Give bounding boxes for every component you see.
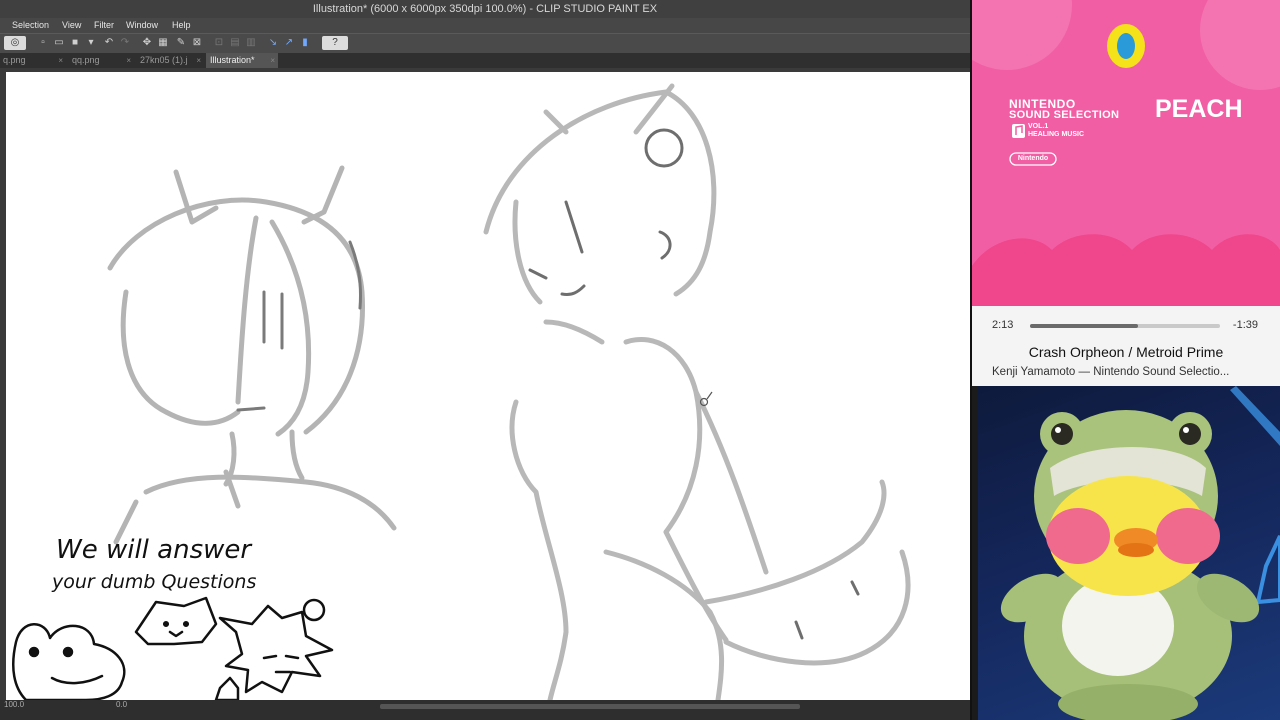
- close-icon[interactable]: ×: [126, 53, 131, 68]
- transform-icon[interactable]: ✎: [174, 36, 188, 50]
- album-artwork: [972, 24, 1280, 306]
- tab-27kn05[interactable]: 27kn05 (1).j ×: [136, 53, 204, 68]
- menu-help[interactable]: Help: [172, 18, 191, 33]
- horizontal-scrollbar[interactable]: [380, 704, 800, 709]
- canvas-area: We will answer your dumb Questions: [0, 68, 970, 700]
- album-vol-line1: VOL.1: [1028, 123, 1049, 130]
- redo-icon[interactable]: ↷: [118, 36, 132, 50]
- fill-icon[interactable]: ▦: [156, 36, 170, 50]
- handwriting-line-2: your dumb Questions: [51, 571, 256, 593]
- tab-label: qq.png: [72, 55, 100, 65]
- window-title: Illustration* (6000 x 6000px 350dpi 100.…: [0, 0, 970, 19]
- grid-icon[interactable]: ▤: [228, 36, 242, 50]
- plush-duck-frog-hat: [1000, 386, 1280, 720]
- menu-window[interactable]: Window: [126, 18, 158, 33]
- snap-ruler-icon[interactable]: ↘: [266, 36, 280, 50]
- clear-icon[interactable]: ✥: [140, 36, 154, 50]
- menu-filter[interactable]: Filter: [94, 18, 114, 33]
- remaining-time: -1:39: [1232, 319, 1258, 331]
- close-icon[interactable]: ×: [196, 53, 201, 68]
- snap-grid-icon[interactable]: ▮: [298, 36, 312, 50]
- album-clouds: [972, 234, 1280, 306]
- doodle-characters: [12, 596, 334, 700]
- open-file-icon[interactable]: ▭: [52, 36, 66, 50]
- save-icon[interactable]: ■: [68, 36, 82, 50]
- elapsed-time: 2:13: [992, 319, 1014, 331]
- progress-bar[interactable]: [1030, 324, 1220, 328]
- album-art: NINTENDO SOUND SELECTION VOL.1 HEALING M…: [972, 0, 1280, 306]
- menu-view[interactable]: View: [62, 18, 81, 33]
- webcam-feed: [978, 386, 1280, 720]
- track-subtitle: Kenji Yamamoto — Nintendo Sound Selectio…: [992, 366, 1230, 378]
- menu-selection[interactable]: Selection: [12, 18, 49, 33]
- clip-studio-window: Illustration* (6000 x 6000px 350dpi 100.…: [0, 0, 970, 720]
- album-character: PEACH: [1155, 95, 1243, 123]
- question-icon[interactable]: ?: [322, 36, 348, 50]
- left-character-face: [236, 240, 362, 412]
- zoom-value[interactable]: 100.0: [4, 700, 24, 710]
- tab-label: Illustration*: [210, 55, 255, 65]
- tab-qq-png[interactable]: qq.png ×: [68, 53, 134, 68]
- document-tabs: q.png × qq.png × 27kn05 (1).j × Illustra…: [0, 53, 970, 68]
- undo-icon[interactable]: ↶: [102, 36, 116, 50]
- snap-icon[interactable]: ⊡: [212, 36, 226, 50]
- drawing-canvas[interactable]: We will answer your dumb Questions: [6, 72, 970, 700]
- ruler-icon[interactable]: ▥: [244, 36, 258, 50]
- clip-studio-logo-icon[interactable]: ◎: [4, 36, 26, 50]
- new-file-icon[interactable]: ▫: [36, 36, 50, 50]
- tab-illustration[interactable]: Illustration* ×: [206, 53, 278, 68]
- album-logo-text: Nintendo: [1017, 155, 1049, 162]
- close-icon[interactable]: ×: [270, 53, 275, 68]
- tab-q-png[interactable]: q.png ×: [0, 53, 66, 68]
- sketch-drawing: We will answer your dumb Questions: [12, 83, 911, 700]
- snap-special-ruler-icon[interactable]: ↗: [282, 36, 296, 50]
- right-character-sketch: [483, 83, 911, 700]
- tab-label: q.png: [3, 55, 26, 65]
- album-brand-line2: SOUND SELECTION: [1009, 109, 1120, 121]
- save-dropdown-icon[interactable]: ▾: [84, 36, 98, 50]
- angle-value[interactable]: 0.0: [116, 700, 127, 710]
- track-title: Crash Orpheon / Metroid Prime: [1028, 344, 1224, 360]
- progress-fill: [1030, 324, 1139, 328]
- close-icon[interactable]: ×: [58, 53, 63, 68]
- command-bar: ◎ ▫ ▭ ■ ▾ ↶ ↷ ✥ ▦ ✎ ⊠ ⊡ ▤ ▥ ↘ ↗ ▮ ?: [0, 33, 970, 54]
- tab-label: 27kn05 (1).j: [140, 55, 188, 65]
- handwriting-line-1: We will answer: [56, 535, 253, 565]
- menu-bar: Selection View Filter Window Help: [0, 18, 970, 33]
- now-playing-panel: 2:13 -1:39 Crash Orpheon / Metroid Prime…: [972, 306, 1280, 386]
- left-character-sketch: [107, 165, 397, 545]
- status-bar: 100.0 0.0: [0, 700, 970, 720]
- album-vol-line2: HEALING MUSIC: [1028, 131, 1084, 138]
- crop-icon[interactable]: ⊠: [190, 36, 204, 50]
